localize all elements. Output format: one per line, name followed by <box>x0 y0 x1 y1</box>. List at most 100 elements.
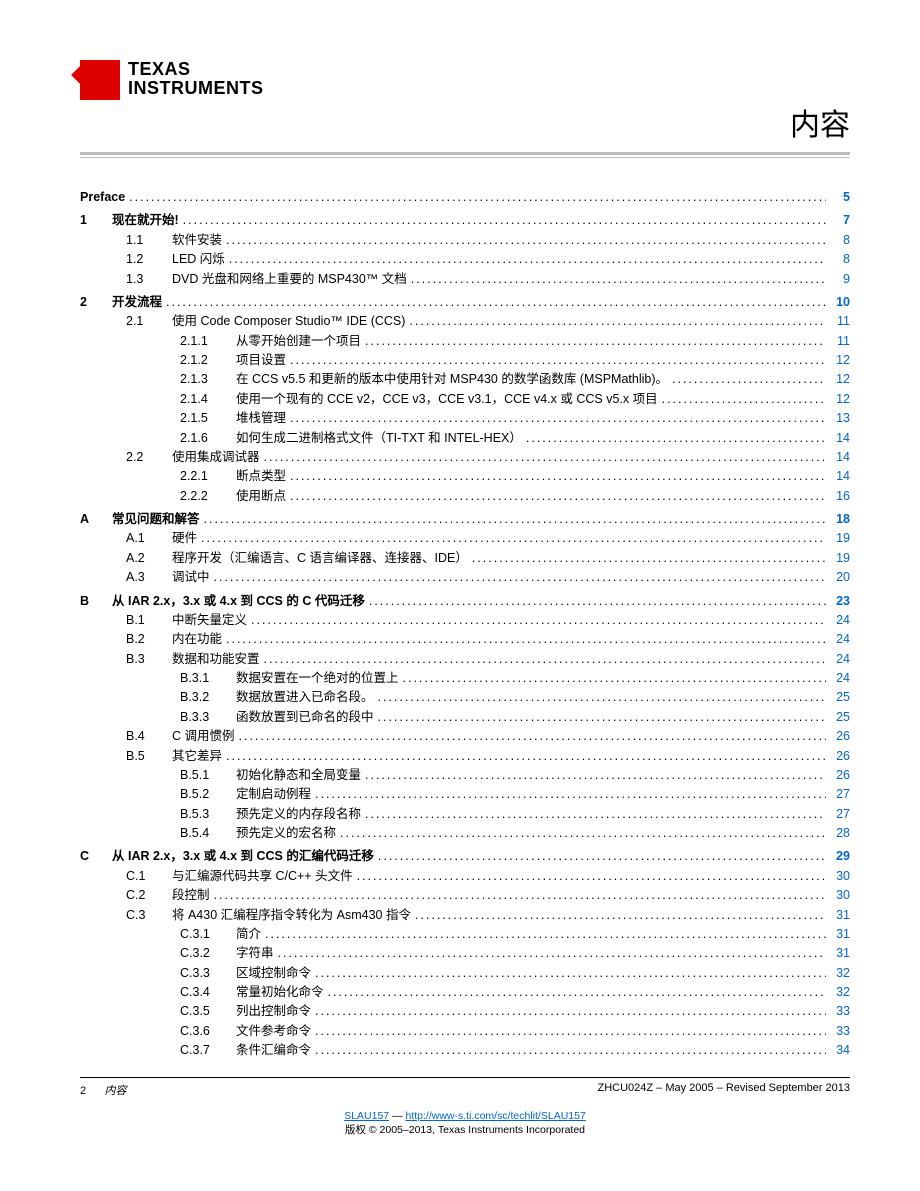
toc-leader-dots <box>290 409 826 428</box>
toc-page[interactable]: 18 <box>830 510 850 529</box>
toc-page[interactable]: 34 <box>830 1041 850 1060</box>
toc-entry[interactable]: 2.1.6如何生成二进制格式文件（TI-TXT 和 INTEL-HEX）14 <box>80 429 850 448</box>
toc-number: 2.2.2 <box>180 487 236 506</box>
toc-page[interactable]: 14 <box>830 448 850 467</box>
toc-label: 列出控制命令 <box>236 1002 311 1021</box>
toc-entry[interactable]: 1.1软件安装8 <box>80 231 850 250</box>
toc-entry[interactable]: 2.1使用 Code Composer Studio™ IDE (CCS)11 <box>80 312 850 331</box>
toc-page[interactable]: 9 <box>830 270 850 289</box>
toc-entry[interactable]: 2开发流程10 <box>80 293 850 312</box>
toc-page[interactable]: 29 <box>830 847 850 866</box>
toc-page[interactable]: 12 <box>830 351 850 370</box>
toc-label: 从 IAR 2.x，3.x 或 4.x 到 CCS 的汇编代码迁移 <box>112 847 374 866</box>
toc-entry[interactable]: 2.1.3在 CCS v5.5 和更新的版本中使用针对 MSP430 的数学函数… <box>80 370 850 389</box>
toc-page[interactable]: 14 <box>830 429 850 448</box>
toc-entry[interactable]: B.3.2数据放置进入已命名段。25 <box>80 688 850 707</box>
toc-entry[interactable]: C.3.7条件汇编命令34 <box>80 1041 850 1060</box>
toc-entry[interactable]: B.4C 调用惯例26 <box>80 727 850 746</box>
toc-entry[interactable]: 1.2LED 闪烁8 <box>80 250 850 269</box>
toc-page[interactable]: 24 <box>830 611 850 630</box>
toc-entry[interactable]: C.1与汇编源代码共享 C/C++ 头文件30 <box>80 867 850 886</box>
toc-page[interactable]: 26 <box>830 727 850 746</box>
toc-entry[interactable]: C.3.5列出控制命令33 <box>80 1002 850 1021</box>
toc-page[interactable]: 27 <box>830 805 850 824</box>
toc-page[interactable]: 30 <box>830 886 850 905</box>
toc-page[interactable]: 31 <box>830 944 850 963</box>
toc-page[interactable]: 10 <box>830 293 850 312</box>
toc-entry[interactable]: C.3.3区域控制命令32 <box>80 964 850 983</box>
toc-entry[interactable]: B.3数据和功能安置24 <box>80 650 850 669</box>
toc-page[interactable]: 8 <box>830 231 850 250</box>
toc-entry[interactable]: B.5其它差异26 <box>80 747 850 766</box>
toc-number: A <box>80 510 112 529</box>
toc-page[interactable]: 28 <box>830 824 850 843</box>
toc-number: 2.1.6 <box>180 429 236 448</box>
toc-entry[interactable]: A常见问题和解答18 <box>80 510 850 529</box>
footer-link-label[interactable]: SLAU157 <box>344 1110 389 1122</box>
toc-page[interactable]: 5 <box>830 188 850 207</box>
toc-page[interactable]: 25 <box>830 708 850 727</box>
toc-entry[interactable]: 2.1.5堆栈管理13 <box>80 409 850 428</box>
toc-entry[interactable]: 2.1.1从零开始创建一个项目11 <box>80 332 850 351</box>
toc-entry[interactable]: B.2内在功能24 <box>80 630 850 649</box>
toc-page[interactable]: 11 <box>830 332 850 351</box>
toc-page[interactable]: 31 <box>830 906 850 925</box>
toc-entry[interactable]: C.3.6文件参考命令33 <box>80 1022 850 1041</box>
toc-page[interactable]: 33 <box>830 1002 850 1021</box>
toc-entry[interactable]: B从 IAR 2.x，3.x 或 4.x 到 CCS 的 C 代码迁移23 <box>80 592 850 611</box>
toc-page[interactable]: 20 <box>830 568 850 587</box>
toc-entry[interactable]: 1.3DVD 光盘和网络上重要的 MSP430™ 文档9 <box>80 270 850 289</box>
toc-entry[interactable]: B.5.4预先定义的宏名称28 <box>80 824 850 843</box>
toc-page[interactable]: 8 <box>830 250 850 269</box>
toc-page[interactable]: 26 <box>830 747 850 766</box>
toc-page[interactable]: 25 <box>830 688 850 707</box>
toc-entry[interactable]: 2.2使用集成调试器14 <box>80 448 850 467</box>
toc-page[interactable]: 23 <box>830 592 850 611</box>
toc-page[interactable]: 31 <box>830 925 850 944</box>
toc-entry[interactable]: 2.1.4使用一个现有的 CCE v2，CCE v3，CCE v3.1，CCE … <box>80 390 850 409</box>
toc-entry[interactable]: B.5.1初始化静态和全局变量26 <box>80 766 850 785</box>
toc-entry[interactable]: 2.2.2使用断点16 <box>80 487 850 506</box>
toc-page[interactable]: 32 <box>830 964 850 983</box>
toc-page[interactable]: 16 <box>830 487 850 506</box>
toc-entry[interactable]: Preface5 <box>80 188 850 207</box>
toc-entry[interactable]: A.1硬件19 <box>80 529 850 548</box>
footer-link-url[interactable]: http://www-s.ti.com/sc/techlit/SLAU157 <box>405 1110 585 1122</box>
toc-entry[interactable]: B.5.3预先定义的内存段名称27 <box>80 805 850 824</box>
toc-entry[interactable]: B.5.2定制启动例程27 <box>80 785 850 804</box>
toc-page[interactable]: 24 <box>830 669 850 688</box>
toc-page[interactable]: 19 <box>830 549 850 568</box>
toc-entry[interactable]: C.3.2字符串31 <box>80 944 850 963</box>
toc-leader-dots <box>357 867 826 886</box>
toc-number: C.3.1 <box>180 925 236 944</box>
toc-entry[interactable]: C.3将 A430 汇编程序指令转化为 Asm430 指令31 <box>80 906 850 925</box>
toc-entry[interactable]: C.2段控制30 <box>80 886 850 905</box>
toc-page[interactable]: 11 <box>830 312 850 331</box>
toc-page[interactable]: 14 <box>830 467 850 486</box>
toc-page[interactable]: 12 <box>830 370 850 389</box>
toc-entry[interactable]: 2.1.2项目设置12 <box>80 351 850 370</box>
toc-label: 程序开发（汇编语言、C 语言编译器、连接器、IDE） <box>172 549 468 568</box>
toc-page[interactable]: 33 <box>830 1022 850 1041</box>
toc-entry[interactable]: C.3.1简介31 <box>80 925 850 944</box>
toc-entry[interactable]: A.3调试中20 <box>80 568 850 587</box>
toc-entry[interactable]: C从 IAR 2.x，3.x 或 4.x 到 CCS 的汇编代码迁移29 <box>80 847 850 866</box>
toc-entry[interactable]: B.1中断矢量定义24 <box>80 611 850 630</box>
toc-page[interactable]: 26 <box>830 766 850 785</box>
toc-entry[interactable]: B.3.3函数放置到已命名的段中25 <box>80 708 850 727</box>
toc-entry[interactable]: B.3.1数据安置在一个绝对的位置上24 <box>80 669 850 688</box>
toc-page[interactable]: 24 <box>830 630 850 649</box>
toc-page[interactable]: 27 <box>830 785 850 804</box>
toc-page[interactable]: 19 <box>830 529 850 548</box>
toc-entry[interactable]: 2.2.1断点类型14 <box>80 467 850 486</box>
toc-number: 2.1.1 <box>180 332 236 351</box>
toc-page[interactable]: 12 <box>830 390 850 409</box>
toc-page[interactable]: 32 <box>830 983 850 1002</box>
toc-page[interactable]: 7 <box>830 211 850 230</box>
toc-entry[interactable]: 1现在就开始!7 <box>80 211 850 230</box>
toc-page[interactable]: 24 <box>830 650 850 669</box>
toc-entry[interactable]: A.2程序开发（汇编语言、C 语言编译器、连接器、IDE）19 <box>80 549 850 568</box>
toc-page[interactable]: 30 <box>830 867 850 886</box>
toc-page[interactable]: 13 <box>830 409 850 428</box>
toc-entry[interactable]: C.3.4常量初始化命令32 <box>80 983 850 1002</box>
